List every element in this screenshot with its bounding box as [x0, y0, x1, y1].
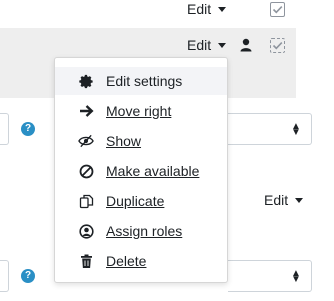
menu-item-make-available[interactable]: Make available	[55, 157, 227, 185]
menu-item-delete[interactable]: Delete	[55, 247, 227, 275]
menu-item-show[interactable]: Show	[55, 127, 227, 155]
edit-dropdown-menu: Edit settings Move right Show Make avail…	[54, 57, 228, 283]
help-icon[interactable]: ?	[21, 269, 35, 283]
trash-icon	[78, 253, 94, 269]
menu-item-label: Move right	[106, 103, 172, 119]
ban-icon	[78, 163, 94, 179]
select-field-row1[interactable]: ▲ ▼	[228, 113, 312, 145]
menu-item-duplicate[interactable]: Duplicate	[55, 187, 227, 215]
menu-item-label: Show	[106, 133, 142, 149]
checked-checkbox-icon[interactable]	[270, 2, 285, 17]
menu-item-label: Assign roles	[106, 223, 183, 239]
menu-item-label: Delete	[106, 253, 147, 269]
menu-item-edit-settings[interactable]: Edit settings	[55, 67, 227, 95]
menu-item-label: Edit settings	[106, 73, 183, 89]
gear-icon	[78, 73, 94, 89]
select-arrows-icon: ▲ ▼	[291, 121, 301, 138]
arrow-right-icon	[78, 103, 94, 119]
copy-icon	[78, 193, 94, 209]
menu-item-move-right[interactable]: Move right	[55, 97, 227, 125]
caret-down-icon	[218, 42, 227, 48]
edit-label: Edit	[264, 192, 289, 208]
user-icon	[240, 38, 252, 52]
caret-down-icon	[295, 197, 304, 203]
dashed-checkbox-icon[interactable]	[270, 38, 285, 53]
left-input-field[interactable]	[0, 113, 9, 145]
help-icon[interactable]: ?	[21, 122, 35, 136]
left-input-field[interactable]	[0, 260, 9, 292]
menu-item-label: Duplicate	[106, 193, 165, 209]
edit-label: Edit	[187, 1, 212, 17]
edit-menu-toggle-row3[interactable]: Edit	[264, 191, 304, 209]
menu-item-assign-roles[interactable]: Assign roles	[55, 217, 227, 245]
menu-item-label: Make available	[106, 163, 200, 179]
edit-label: Edit	[187, 37, 212, 53]
caret-down-icon	[218, 6, 227, 12]
user-circle-icon	[78, 223, 94, 239]
select-arrows-icon: ▲ ▼	[291, 268, 301, 285]
edit-menu-toggle-row1[interactable]: Edit	[187, 0, 227, 18]
eye-slash-icon	[78, 133, 94, 149]
edit-menu-toggle-row2[interactable]: Edit	[187, 36, 227, 54]
select-field-row2[interactable]: ▲ ▼	[228, 260, 312, 292]
